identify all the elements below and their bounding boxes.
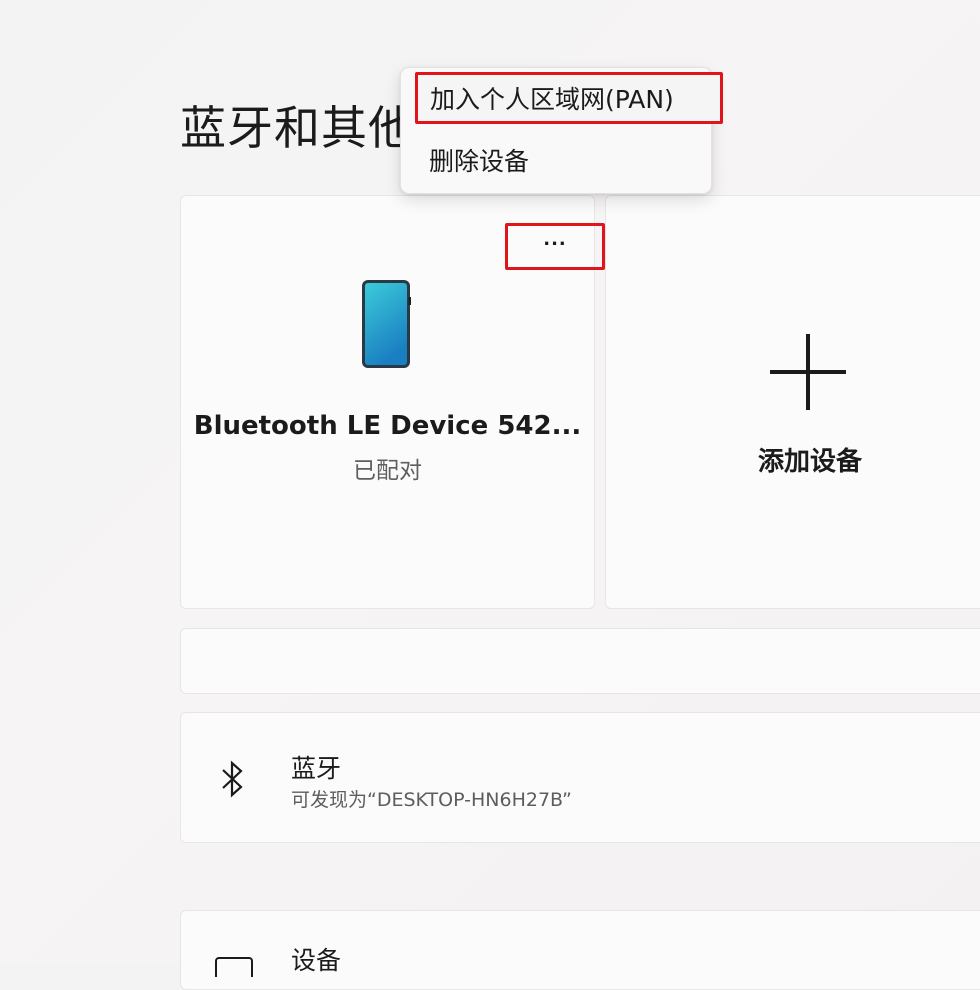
device-name: Bluetooth LE Device 542... xyxy=(193,411,582,441)
empty-settings-bar xyxy=(180,628,980,694)
menu-item-join-pan[interactable]: 加入个人区域网(PAN) xyxy=(415,72,723,124)
phone-icon xyxy=(362,280,411,368)
devices-title: 设备 xyxy=(291,946,342,975)
bluetooth-icon xyxy=(222,760,243,798)
add-device-label: 添加设备 xyxy=(757,447,862,477)
plus-icon xyxy=(770,334,846,410)
context-menu: 加入个人区域网(PAN) 删除设备 xyxy=(400,67,723,194)
devices-icon xyxy=(215,957,253,977)
more-dots-icon: ... xyxy=(543,229,567,250)
more-options-button[interactable]: ... xyxy=(505,223,605,270)
menu-item-remove-device[interactable]: 删除设备 xyxy=(415,135,699,185)
bluetooth-title: 蓝牙 xyxy=(291,754,342,783)
device-status: 已配对 xyxy=(353,458,422,484)
bluetooth-subtitle: 可发现为“DESKTOP-HN6H27B” xyxy=(291,789,572,811)
